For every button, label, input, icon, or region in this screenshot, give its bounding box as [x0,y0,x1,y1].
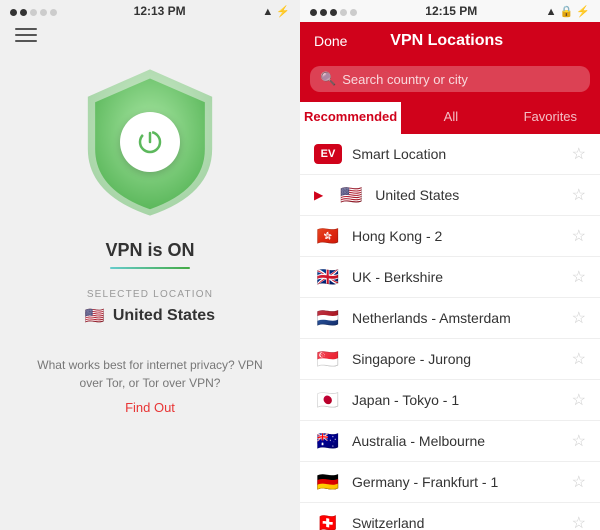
search-icon: 🔍 [320,71,336,87]
location-name: Singapore - Jurong [352,351,562,367]
tab-all[interactable]: All [401,102,500,134]
right-time: 12:15 PM [425,4,477,18]
find-out-link[interactable]: Find Out [125,400,175,415]
star-icon[interactable]: ☆ [572,308,586,328]
location-name: Switzerland [352,515,562,530]
right-panel: 12:15 PM ▲ 🔒 ⚡ Done VPN Locations 🔍 Reco… [300,0,600,530]
rdot-1 [310,9,317,16]
de-flag: 🇩🇪 [314,472,342,492]
rdot-3 [330,9,337,16]
list-item[interactable]: 🇦🇺 Australia - Melbourne ☆ [300,421,600,462]
tab-favorites[interactable]: Favorites [501,102,600,134]
list-item[interactable]: 🇸🇬 Singapore - Jurong ☆ [300,339,600,380]
location-name: Smart Location [352,146,562,162]
list-item[interactable]: 🇭🇰 Hong Kong - 2 ☆ [300,216,600,257]
sg-flag: 🇸🇬 [314,349,342,369]
tab-recommended[interactable]: Recommended [300,102,401,134]
selected-location: 🇺🇸 United States [85,306,215,326]
search-bar: 🔍 [300,60,600,102]
vpn-locations-title: VPN Locations [390,32,503,50]
dot-5 [50,9,57,16]
power-button[interactable] [120,112,180,172]
location-name: Netherlands - Amsterdam [352,310,562,326]
left-status-icons: ▲ ⚡ [262,5,290,18]
star-icon[interactable]: ☆ [572,513,586,530]
list-item[interactable]: 🇩🇪 Germany - Frankfurt - 1 ☆ [300,462,600,503]
location-name: Hong Kong - 2 [352,228,562,244]
location-list: EV Smart Location ☆ ▶ 🇺🇸 United States ☆… [300,134,600,530]
chevron-right-icon: ▶ [314,188,323,202]
location-name: Germany - Frankfurt - 1 [352,474,562,490]
jp-flag: 🇯🇵 [314,390,342,410]
vpn-status-text: VPN is ON [105,240,194,261]
signal-dots [10,9,57,16]
hamburger-menu[interactable] [15,28,37,42]
star-icon[interactable]: ☆ [572,144,586,164]
location-name: UK - Berkshire [352,269,562,285]
list-item[interactable]: 🇯🇵 Japan - Tokyo - 1 ☆ [300,380,600,421]
left-status-bar: 12:13 PM ▲ ⚡ [0,0,300,22]
smart-location-icon: EV [314,144,342,164]
star-icon[interactable]: ☆ [572,226,586,246]
right-header: Done VPN Locations [300,22,600,60]
list-item[interactable]: EV Smart Location ☆ [300,134,600,175]
rdot-5 [350,9,357,16]
location-name: Japan - Tokyo - 1 [352,392,562,408]
star-icon[interactable]: ☆ [572,185,586,205]
tabs: Recommended All Favorites [300,102,600,134]
vpn-status-line [110,267,190,269]
us-flag-left: 🇺🇸 [85,306,105,326]
power-icon [136,128,164,156]
star-icon[interactable]: ☆ [572,390,586,410]
dot-2 [20,9,27,16]
list-item[interactable]: 🇬🇧 UK - Berkshire ☆ [300,257,600,298]
rdot-4 [340,9,347,16]
selected-location-name: United States [113,307,215,325]
rdot-2 [320,9,327,16]
ch-flag: 🇨🇭 [314,513,342,530]
dot-1 [10,9,17,16]
list-item[interactable]: 🇳🇱 Netherlands - Amsterdam ☆ [300,298,600,339]
us-flag: 🇺🇸 [337,185,365,205]
left-panel: 12:13 PM ▲ ⚡ VPN is ON [0,0,300,530]
selected-location-label: SELECTED LOCATION [87,289,213,300]
hamburger-line-3 [15,40,37,42]
star-icon[interactable]: ☆ [572,431,586,451]
dot-3 [30,9,37,16]
location-name: United States [375,187,561,203]
star-icon[interactable]: ☆ [572,472,586,492]
search-input-wrap: 🔍 [310,66,590,92]
list-item[interactable]: 🇨🇭 Switzerland ☆ [300,503,600,530]
done-button[interactable]: Done [314,33,347,49]
location-name: Australia - Melbourne [352,433,562,449]
au-flag: 🇦🇺 [314,431,342,451]
left-time: 12:13 PM [134,4,186,18]
search-input[interactable] [342,72,580,87]
info-text: What works best for internet privacy? VP… [0,356,300,392]
dot-4 [40,9,47,16]
hk-flag: 🇭🇰 [314,226,342,246]
hamburger-line-1 [15,28,37,30]
shield-container [70,62,230,222]
list-item[interactable]: ▶ 🇺🇸 United States ☆ [300,175,600,216]
hamburger-line-2 [15,34,37,36]
star-icon[interactable]: ☆ [572,267,586,287]
nl-flag: 🇳🇱 [314,308,342,328]
uk-flag: 🇬🇧 [314,267,342,287]
right-status-icons: ▲ 🔒 ⚡ [546,5,590,18]
right-signal-dots [310,9,357,16]
right-status-bar: 12:15 PM ▲ 🔒 ⚡ [300,0,600,22]
star-icon[interactable]: ☆ [572,349,586,369]
